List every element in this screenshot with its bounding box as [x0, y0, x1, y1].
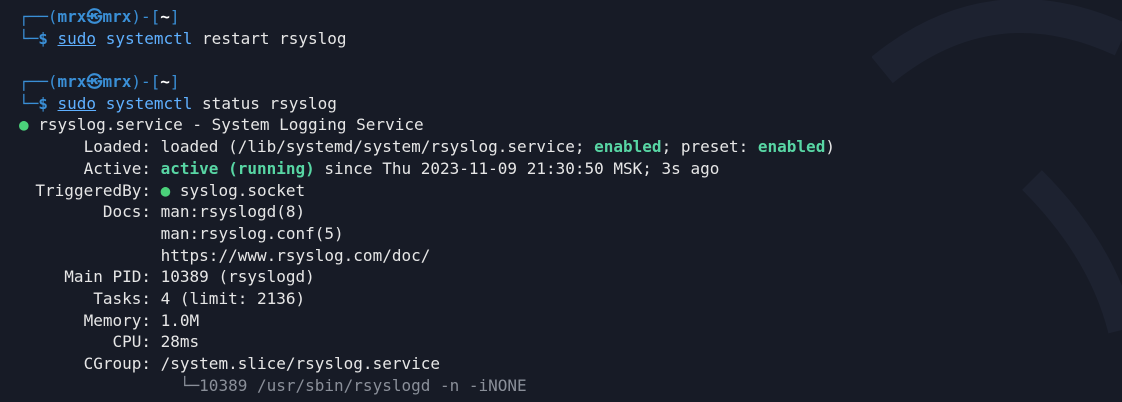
prompt-host: mrx: [102, 7, 132, 26]
cpu-line: CPU: 28ms: [19, 331, 1122, 353]
prompt-user: mrx: [57, 7, 87, 26]
prompt-user: mrx: [57, 72, 87, 92]
command-sudo: sudo: [57, 28, 97, 48]
triggered-line: TriggeredBy: ● syslog.socket: [19, 180, 1122, 202]
prompt-dir: ~: [160, 7, 170, 26]
prompt-header: ┌──(mrx㉿mrx)-[~]: [19, 72, 180, 92]
pid-label: Main PID:: [64, 267, 151, 287]
active-bullet-icon: ●: [19, 115, 29, 135]
cgroup-child-line: └─10389 /usr/sbin/rsyslogd -n -iNONE: [19, 375, 1122, 397]
memory-line: Memory: 1.0M: [19, 310, 1122, 332]
cgroup-process: 10389 /usr/sbin/rsyslogd -n -iNONE: [199, 375, 527, 395]
triggered-value: syslog.socket: [179, 180, 306, 200]
prompt-at-symbol: ㉿: [86, 72, 103, 92]
pid-value: 10389 (rsyslogd): [160, 267, 315, 287]
prompt-dir: ~: [160, 72, 170, 92]
tree-branch-icon: └─: [179, 375, 200, 395]
docs-item: https://www.rsyslog.com/doc/: [160, 245, 431, 265]
cgroup-line: CGroup: /system.slice/rsyslog.service: [19, 353, 1122, 375]
triggered-label: TriggeredBy:: [35, 180, 151, 200]
command-args: restart rsyslog: [202, 28, 347, 48]
memory-label: Memory:: [83, 310, 151, 330]
cpu-value: 28ms: [160, 332, 200, 352]
unit-title: rsyslog.service - System Logging Service: [38, 115, 424, 135]
cgroup-value: /system.slice/rsyslog.service: [160, 354, 440, 373]
command-args: status rsyslog: [202, 93, 337, 113]
command-line: └─$ sudo systemctl status rsyslog: [19, 93, 337, 113]
loaded-line: Loaded: loaded (/lib/systemd/system/rsys…: [19, 136, 1122, 158]
active-line: Active: active (running) since Thu 2023-…: [19, 158, 1122, 180]
active-since: since Thu 2023-11-09 21:30:50 MSK; 3s ag…: [314, 158, 720, 178]
active-state: active (running): [160, 158, 315, 178]
docs-label: Docs:: [102, 202, 151, 222]
command-line: └─$ sudo systemctl restart rsyslog: [19, 28, 347, 48]
docs-item: man:rsyslog.conf(5): [160, 223, 344, 243]
socket-bullet-icon: ●: [160, 180, 171, 200]
tasks-line: Tasks: 4 (limit: 2136): [19, 288, 1122, 310]
loaded-enabled: enabled: [594, 137, 662, 157]
cgroup-label: CGroup:: [83, 354, 151, 373]
pid-line: Main PID: 10389 (rsyslogd): [19, 266, 1122, 288]
terminal-output: ┌──(mrx㉿mrx)-[~] └─$ sudo systemctl rest…: [19, 6, 1122, 396]
docs-line: man:rsyslog.conf(5): [19, 223, 1122, 245]
docs-line: https://www.rsyslog.com/doc/: [19, 245, 1122, 267]
loaded-value: loaded (/lib/systemd/system/rsyslog.serv…: [160, 137, 595, 157]
prompt-at-symbol: ㉿: [86, 7, 103, 26]
prompt-header: ┌──(mrx㉿mrx)-[~]: [19, 7, 180, 26]
command-name: systemctl: [105, 93, 193, 113]
command-sudo: sudo: [57, 93, 97, 113]
prompt-host: mrx: [102, 72, 132, 92]
tasks-value: 4 (limit: 2136): [160, 288, 306, 308]
loaded-label: Loaded:: [83, 137, 151, 157]
docs-item: man:rsyslogd(8): [160, 202, 306, 222]
docs-line: Docs: man:rsyslogd(8): [19, 201, 1122, 223]
tasks-label: Tasks:: [93, 288, 151, 308]
memory-value: 1.0M: [160, 310, 200, 330]
active-label: Active:: [83, 158, 151, 178]
cpu-label: CPU:: [112, 332, 151, 352]
command-name: systemctl: [105, 28, 193, 48]
unit-title-line: ● rsyslog.service - System Logging Servi…: [19, 114, 1122, 136]
loaded-preset: enabled: [757, 137, 826, 157]
